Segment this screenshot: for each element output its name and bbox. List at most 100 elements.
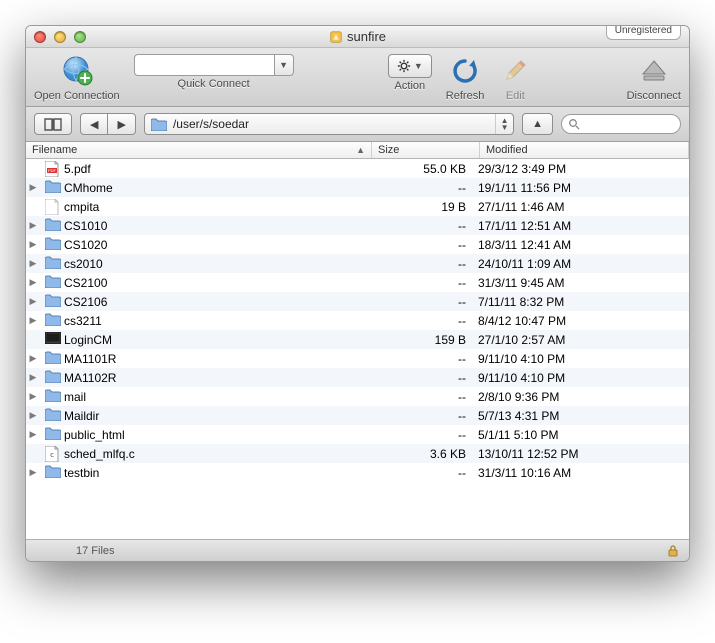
search-icon xyxy=(568,118,580,130)
disclosure-triangle[interactable]: ▶ xyxy=(26,315,40,326)
folder-icon xyxy=(45,275,61,291)
up-button[interactable]: ▲ xyxy=(522,113,553,135)
disclosure-triangle[interactable]: ▶ xyxy=(26,467,40,478)
folder-icon xyxy=(151,118,167,131)
column-header: Filename ▲ Size Modified xyxy=(26,142,689,159)
status-text: 17 Files xyxy=(76,545,115,557)
traffic-lights xyxy=(26,31,86,43)
action-button[interactable]: ▼ Action xyxy=(388,54,432,92)
edit-label: Edit xyxy=(506,90,525,102)
file-name: cmpita xyxy=(64,200,366,214)
table-row[interactable]: cmpita19 B27/1/11 1:46 AM xyxy=(26,197,689,216)
folder-icon xyxy=(45,408,61,424)
table-row[interactable]: ▶ MA1101R--9/11/10 4:10 PM xyxy=(26,349,689,368)
file-modified: 27/1/10 2:57 AM xyxy=(474,333,683,347)
file-name: cs2010 xyxy=(64,257,366,271)
quick-connect-input[interactable] xyxy=(134,54,274,76)
table-row[interactable]: ▶Maildir--5/7/13 4:31 PM xyxy=(26,406,689,425)
folder-icon xyxy=(45,237,61,253)
disclosure-triangle[interactable]: ▶ xyxy=(26,220,40,231)
disclosure-triangle[interactable]: ▶ xyxy=(26,429,40,440)
location-bar: ◀ ▶ /user/s/soedar ▲▼ ▲ xyxy=(26,107,689,142)
pencil-icon xyxy=(498,54,532,88)
back-button[interactable]: ◀ xyxy=(80,113,107,135)
table-row[interactable]: ▶CMhome--19/1/11 11:56 PM xyxy=(26,178,689,197)
table-row[interactable]: csched_mlfq.c3.6 KB13/10/11 12:52 PM xyxy=(26,444,689,463)
minimize-button[interactable] xyxy=(54,31,66,43)
folder-icon xyxy=(45,180,61,196)
disclosure-triangle[interactable]: ▶ xyxy=(26,410,40,421)
table-row[interactable]: ▶testbin--31/3/11 10:16 AM xyxy=(26,463,689,482)
file-size: -- xyxy=(366,238,474,252)
disclosure-triangle[interactable]: ▶ xyxy=(26,372,40,383)
disclosure-triangle[interactable]: ▶ xyxy=(26,258,40,269)
file-modified: 13/10/11 12:52 PM xyxy=(474,447,683,461)
folder-icon xyxy=(45,427,61,443)
toolbar: Open Connection ▼ Quick Connect ▼ Action xyxy=(26,48,689,107)
col-size-label: Size xyxy=(378,144,399,156)
file-modified: 2/8/10 9:36 PM xyxy=(474,390,683,404)
open-connection-button[interactable]: Open Connection xyxy=(34,54,120,102)
lock-icon xyxy=(667,544,679,557)
table-row[interactable]: LoginCM159 B27/1/10 2:57 AM xyxy=(26,330,689,349)
table-row[interactable]: ▶public_html--5/1/11 5:10 PM xyxy=(26,425,689,444)
file-modified: 18/3/11 12:41 AM xyxy=(474,238,683,252)
close-button[interactable] xyxy=(34,31,46,43)
quick-connect-dropdown[interactable]: ▼ xyxy=(274,54,294,76)
disclosure-triangle[interactable]: ▶ xyxy=(26,277,40,288)
path-dropdown-caret[interactable]: ▲▼ xyxy=(495,114,513,134)
disclosure-triangle[interactable]: ▶ xyxy=(26,296,40,307)
disclosure-triangle[interactable]: ▶ xyxy=(26,182,40,193)
col-filename[interactable]: Filename ▲ xyxy=(26,142,372,158)
chevron-left-icon: ◀ xyxy=(90,118,98,131)
table-row[interactable]: ▶cs2010--24/10/11 1:09 AM xyxy=(26,254,689,273)
bookmarks-button[interactable] xyxy=(34,113,72,135)
file-size: -- xyxy=(366,409,474,423)
forward-button[interactable]: ▶ xyxy=(107,113,135,135)
sort-ascending-icon: ▲ xyxy=(356,145,365,155)
search-input[interactable] xyxy=(584,118,674,130)
file-size: -- xyxy=(366,390,474,404)
file-name: CS1020 xyxy=(64,238,366,252)
file-name: MA1101R xyxy=(64,352,366,366)
path-combo[interactable]: /user/s/soedar ▲▼ xyxy=(144,113,514,135)
table-row[interactable]: ▶MA1102R--9/11/10 4:10 PM xyxy=(26,368,689,387)
edit-button[interactable]: Edit xyxy=(498,54,532,102)
folder-icon xyxy=(45,465,61,481)
table-row[interactable]: ▶CS2106--7/11/11 8:32 PM xyxy=(26,292,689,311)
refresh-button[interactable]: Refresh xyxy=(446,54,485,102)
file-modified: 9/11/10 4:10 PM xyxy=(474,352,683,366)
file-name: CS2106 xyxy=(64,295,366,309)
table-row[interactable]: ▶CS2100--31/3/11 9:45 AM xyxy=(26,273,689,292)
file-icon xyxy=(45,199,61,215)
col-size[interactable]: Size xyxy=(372,142,480,158)
file-size: -- xyxy=(366,352,474,366)
triangle-up-icon: ▲ xyxy=(532,118,543,130)
folder-icon xyxy=(45,218,61,234)
file-size: -- xyxy=(366,276,474,290)
table-row[interactable]: ▶ CS1020--18/3/11 12:41 AM xyxy=(26,235,689,254)
disclosure-triangle[interactable]: ▶ xyxy=(26,391,40,402)
search-field[interactable] xyxy=(561,114,681,134)
file-size: 19 B xyxy=(366,200,474,214)
table-row[interactable]: ▶CS1010--17/1/11 12:51 AM xyxy=(26,216,689,235)
zoom-button[interactable] xyxy=(74,31,86,43)
disclosure-triangle[interactable]: ▶ xyxy=(26,353,40,364)
book-icon xyxy=(44,118,62,131)
file-list[interactable]: PDF5.pdf55.0 KB29/3/12 3:49 PM▶CMhome--1… xyxy=(26,159,689,539)
file-name: CMhome xyxy=(64,181,366,195)
file-size: 55.0 KB xyxy=(366,162,474,176)
table-row[interactable]: ▶mail--2/8/10 9:36 PM xyxy=(26,387,689,406)
eject-icon xyxy=(637,54,671,88)
file-name: sched_mlfq.c xyxy=(64,447,366,461)
file-name: LoginCM xyxy=(64,333,366,347)
file-name: 5.pdf xyxy=(64,162,366,176)
status-bar: 17 Files xyxy=(26,539,689,561)
quick-connect-combo[interactable]: ▼ xyxy=(134,54,294,76)
disconnect-button[interactable]: Disconnect xyxy=(627,54,681,102)
table-row[interactable]: ▶cs3211--8/4/12 10:47 PM xyxy=(26,311,689,330)
col-modified[interactable]: Modified xyxy=(480,142,689,158)
disconnect-label: Disconnect xyxy=(627,90,681,102)
table-row[interactable]: PDF5.pdf55.0 KB29/3/12 3:49 PM xyxy=(26,159,689,178)
disclosure-triangle[interactable]: ▶ xyxy=(26,239,40,250)
